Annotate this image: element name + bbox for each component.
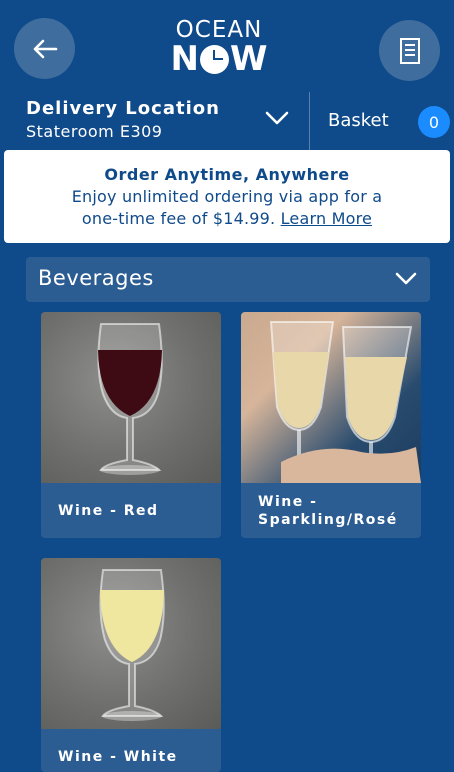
basket-count-badge[interactable]: 0 — [418, 106, 450, 138]
app-header: OCEAN N W — [0, 0, 454, 92]
product-card-wine-red[interactable]: Wine - Red — [41, 312, 221, 538]
ocean-now-logo: OCEAN N W — [165, 18, 273, 78]
clock-icon — [199, 44, 229, 74]
sparkling-wine-image — [241, 312, 421, 483]
product-card-wine-white[interactable]: Wine - White — [41, 558, 221, 772]
delivery-location-bar: Delivery Location Stateroom E309 Basket … — [0, 92, 454, 152]
promo-fee-text: one-time fee of $14.99. — [81, 209, 276, 228]
red-wine-image — [41, 312, 221, 483]
product-label: Wine - Sparkling/Rosé — [241, 483, 421, 529]
divider — [309, 92, 310, 152]
back-button[interactable] — [14, 18, 75, 79]
product-label: Wine - White — [58, 749, 178, 765]
product-card-wine-sparkling[interactable]: Wine - Sparkling/Rosé — [241, 312, 421, 538]
product-label-line1: Wine - — [258, 494, 318, 510]
arrow-left-icon — [33, 39, 57, 58]
category-label: Beverages — [38, 266, 154, 290]
basket-button[interactable]: Basket — [328, 110, 389, 131]
delivery-location-title: Delivery Location — [26, 98, 220, 119]
logo-letter-n: N — [170, 39, 199, 79]
category-beverages-header[interactable]: Beverages — [26, 257, 430, 302]
promo-text-line1: Enjoy unlimited ordering via app for a — [71, 187, 383, 206]
receipt-icon — [399, 37, 420, 64]
product-label-line2: Sparkling/Rosé — [258, 512, 398, 528]
chevron-down-icon[interactable] — [264, 108, 290, 128]
promo-banner: Order Anytime, Anywhere Enjoy unlimited … — [4, 150, 450, 243]
product-label: Wine - Red — [58, 503, 159, 519]
promo-text-line2: one-time fee of $14.99. Learn More — [4, 208, 450, 230]
promo-title: Order Anytime, Anywhere — [104, 165, 350, 184]
white-wine-image — [41, 558, 221, 729]
orders-button[interactable] — [379, 20, 440, 81]
learn-more-link[interactable]: Learn More — [281, 209, 372, 228]
logo-letter-w: W — [229, 39, 268, 79]
delivery-location-value[interactable]: Stateroom E309 — [26, 122, 162, 141]
chevron-down-icon — [395, 272, 417, 285]
logo-bottom-text: N W — [165, 42, 273, 76]
